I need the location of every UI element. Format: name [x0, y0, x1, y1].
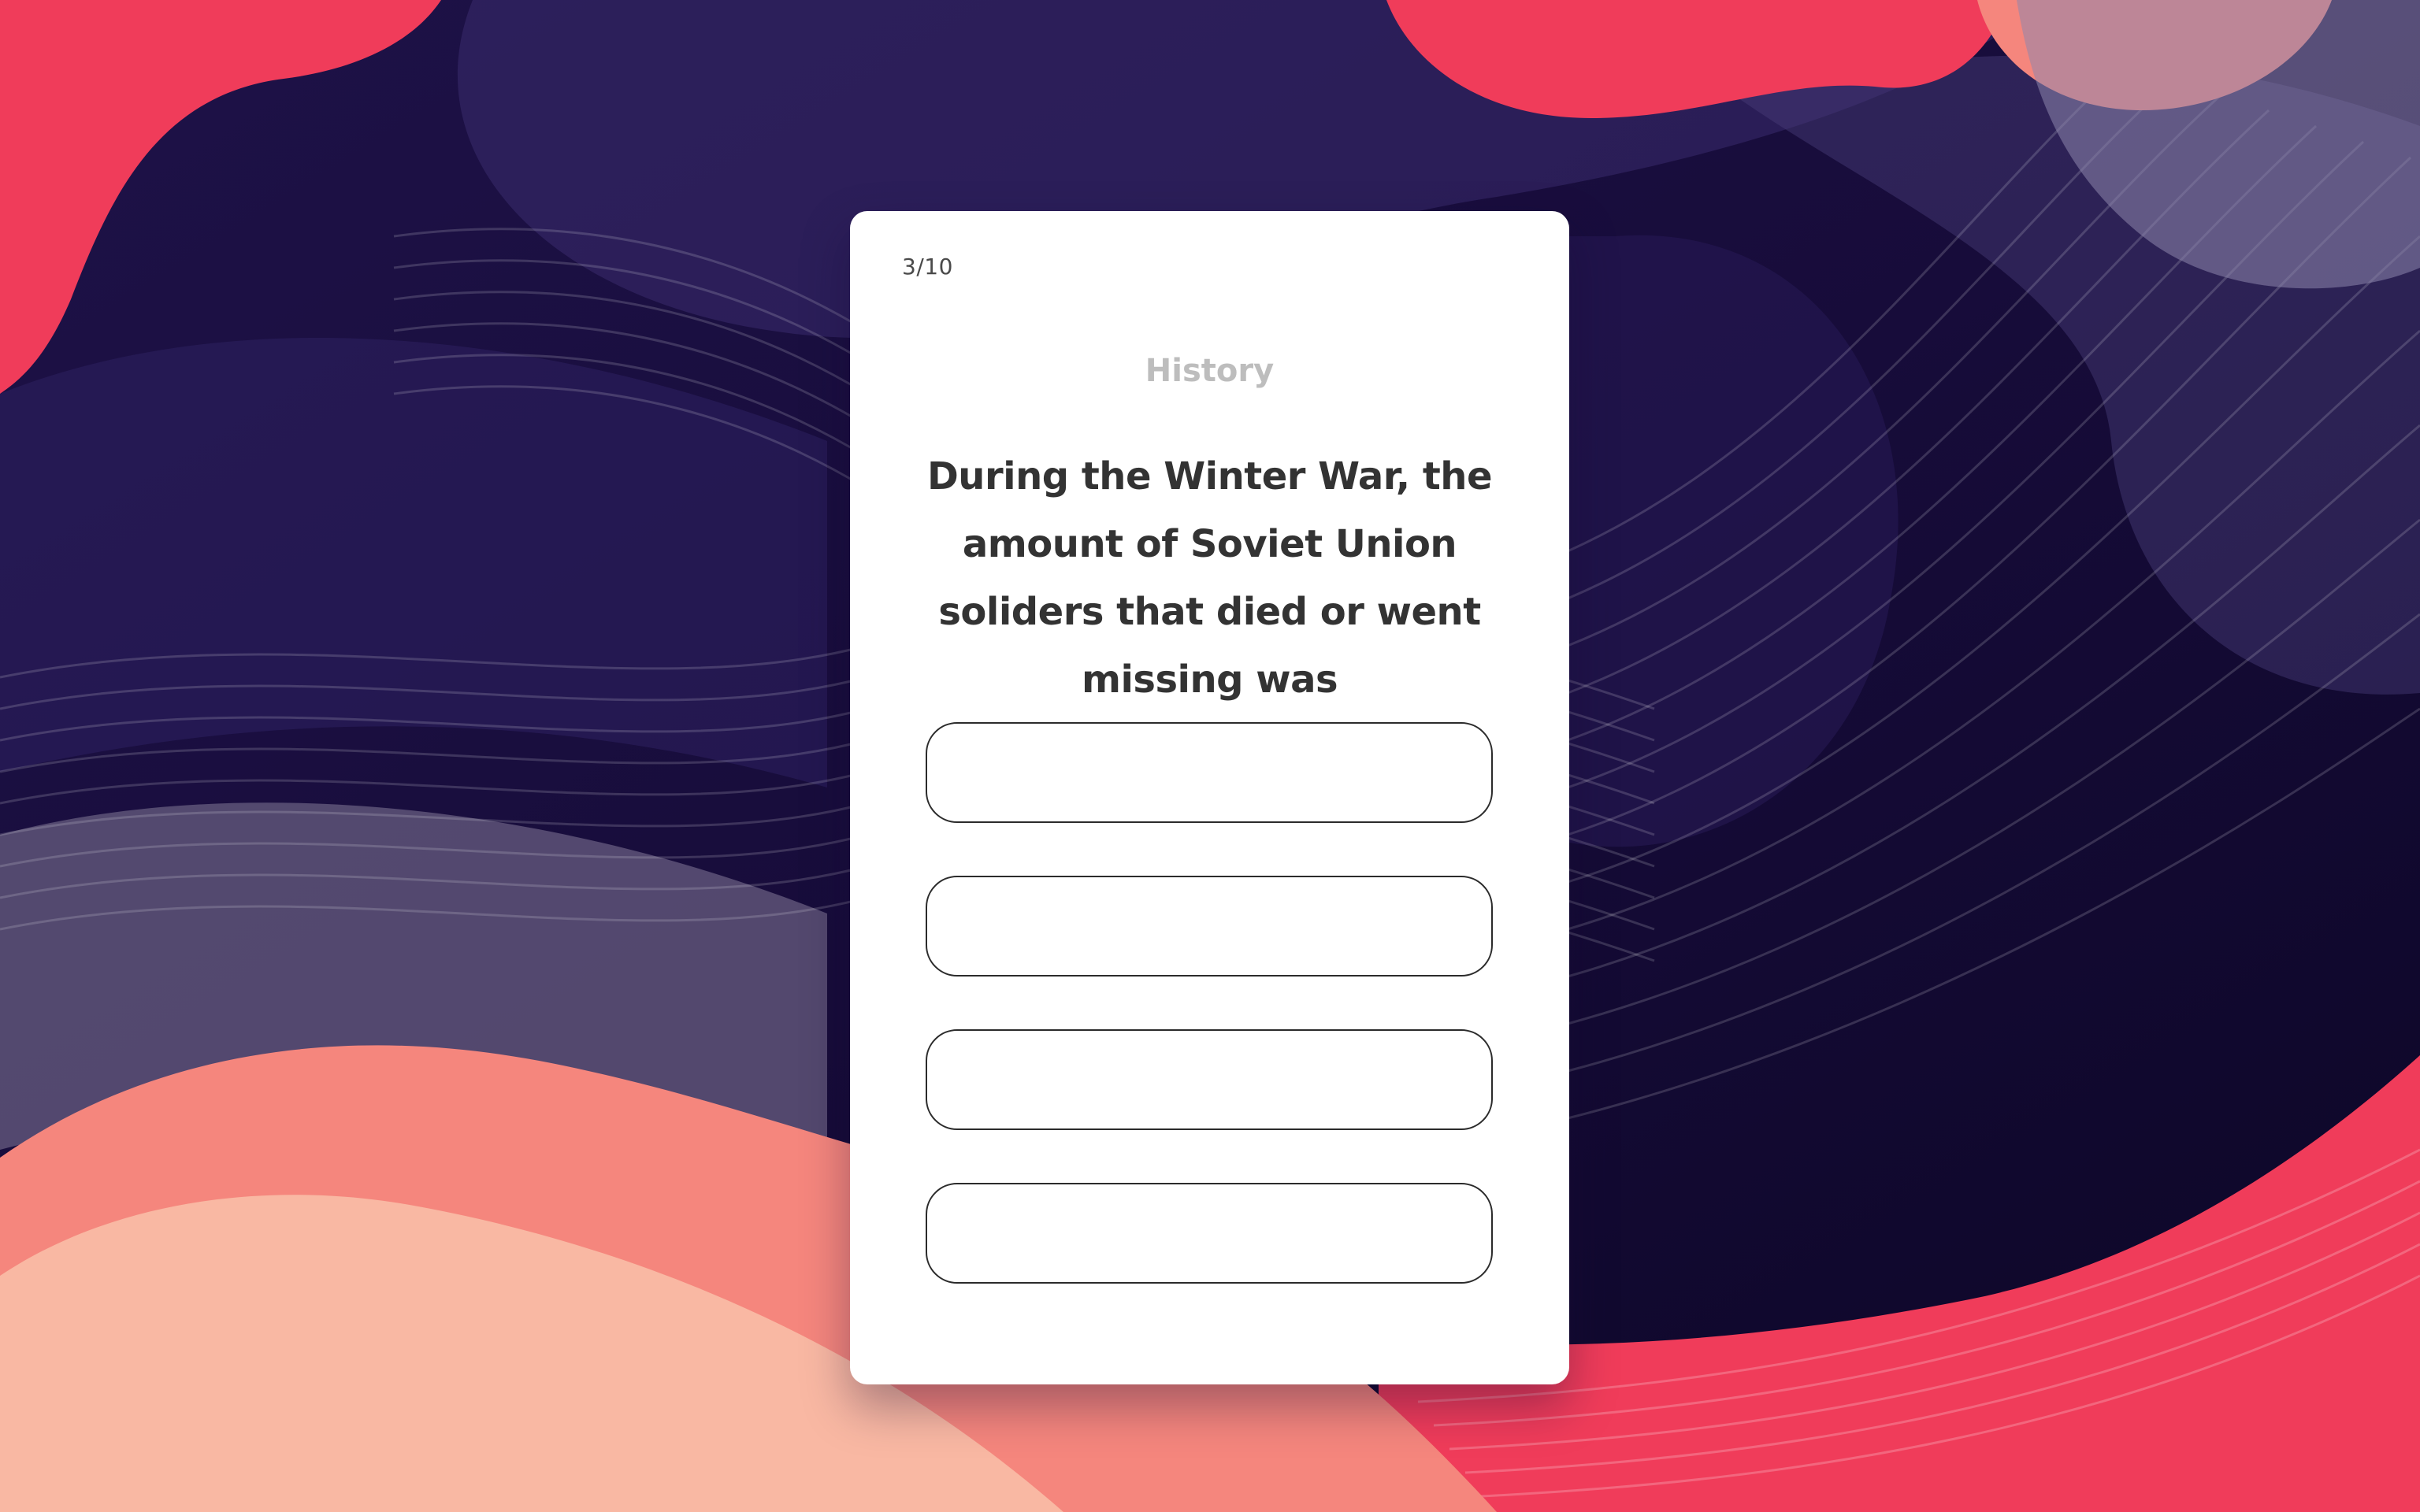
- answer-list: [926, 722, 1493, 1336]
- quiz-screen: 3/10 History During the Winter War, the …: [0, 0, 2420, 1512]
- answer-option-4[interactable]: [926, 1183, 1493, 1284]
- answer-option-3[interactable]: [926, 1029, 1493, 1130]
- answer-option-2[interactable]: [926, 876, 1493, 976]
- question-text: During the Winter War, the amount of Sov…: [926, 454, 1493, 702]
- quiz-card: 3/10 History During the Winter War, the …: [850, 211, 1569, 1384]
- question-progress: 3/10: [902, 254, 953, 280]
- answer-option-1[interactable]: [926, 722, 1493, 823]
- question-category: History: [1145, 353, 1275, 389]
